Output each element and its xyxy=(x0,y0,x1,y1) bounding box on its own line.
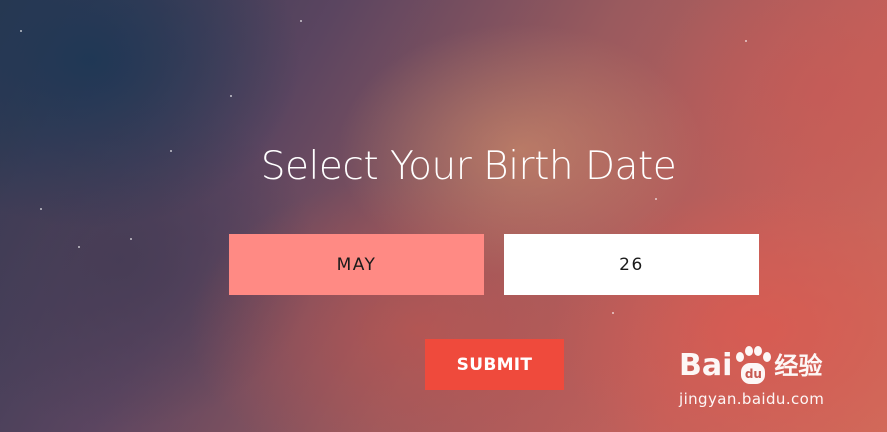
watermark-brand-cn: 经验 xyxy=(774,352,823,380)
nebula-background: Select Your Birth Date MAY 26 SUBMIT Bai… xyxy=(0,0,887,432)
star xyxy=(40,208,42,210)
page-title: Select Your Birth Date xyxy=(260,144,677,189)
star xyxy=(130,238,132,240)
watermark-brand-text: Bai xyxy=(679,348,733,383)
submit-button[interactable]: SUBMIT xyxy=(425,339,564,390)
day-input[interactable]: 26 xyxy=(504,234,759,295)
star xyxy=(745,40,747,42)
star xyxy=(78,246,80,248)
paw-pad-text: du xyxy=(741,363,766,384)
star xyxy=(20,30,22,32)
watermark-logo: Bai du 经验 xyxy=(679,336,839,386)
baidu-jingyan-watermark: Bai du 经验 jingyan.baidu.com xyxy=(679,336,839,410)
watermark-url: jingyan.baidu.com xyxy=(679,390,825,408)
month-select[interactable]: MAY xyxy=(229,234,484,295)
star xyxy=(612,312,614,314)
star xyxy=(655,198,657,200)
star xyxy=(230,95,232,97)
star xyxy=(300,20,302,22)
paw-icon: du xyxy=(734,346,772,386)
